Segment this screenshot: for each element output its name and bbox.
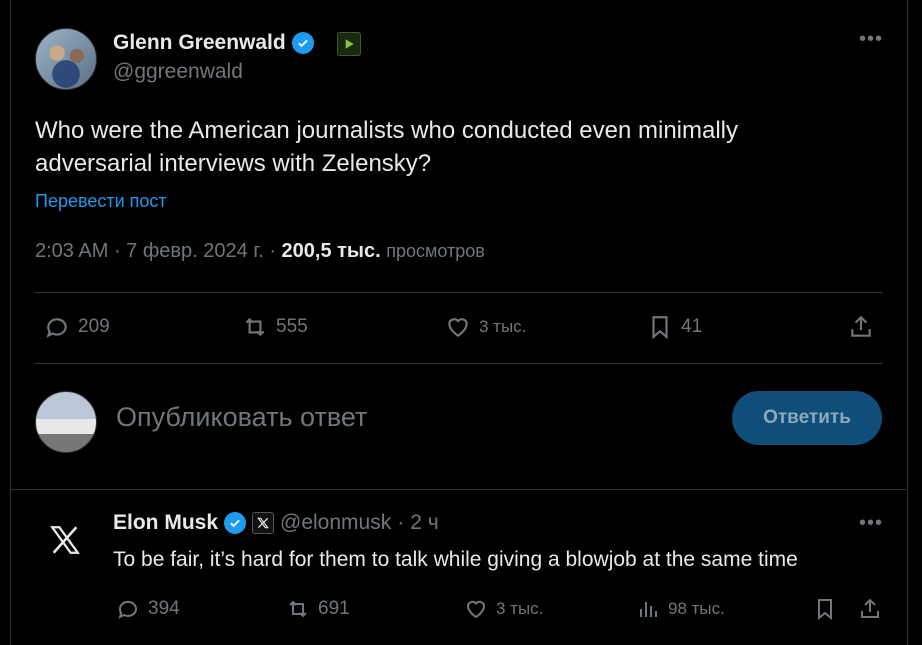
author-handle[interactable]: @ggreenwald [113, 60, 243, 84]
author-name[interactable]: Glenn Greenwald [113, 31, 286, 55]
verified-badge-icon[interactable] [224, 512, 247, 534]
share-action-button[interactable] [848, 314, 874, 340]
divider [35, 292, 883, 293]
repost-icon [289, 600, 307, 618]
reply-action-button[interactable]: 394 [116, 597, 180, 621]
reply-header: Elon Musk @elonmusk · 2 ч [113, 511, 439, 535]
user-avatar[interactable] [35, 391, 97, 453]
repost-action-button[interactable]: 555 [242, 314, 308, 340]
like-action-button[interactable]: 3 тыс. [445, 314, 526, 340]
meta-separator: · [397, 511, 405, 534]
author-name-row: Glenn Greenwald [113, 31, 314, 55]
views-label: просмотров [386, 241, 485, 261]
reply-author-avatar[interactable] [35, 510, 95, 570]
bookmark-count: 41 [681, 316, 703, 337]
reply-author-name[interactable]: Elon Musk [113, 511, 218, 535]
reply-text: To be fair, it’s hard for them to talk w… [113, 548, 798, 571]
repost-action-button[interactable]: 691 [286, 597, 350, 621]
like-count: 3 тыс. [496, 599, 544, 618]
reply-author-handle[interactable]: @elonmusk [280, 511, 391, 535]
tweet-time[interactable]: 2:03 AM [35, 240, 108, 262]
reply-age[interactable]: 2 ч [410, 511, 438, 535]
like-count: 3 тыс. [479, 317, 527, 336]
tweet-meta: 2:03 AM · 7 февр. 2024 г. · 200,5 тыс. п… [35, 240, 485, 263]
reply-action-button[interactable]: 209 [44, 314, 110, 340]
more-options-icon[interactable]: ••• [859, 28, 883, 51]
x-affiliate-badge-icon[interactable] [252, 512, 275, 534]
reply-input[interactable]: Опубликовать ответ [116, 402, 367, 433]
x-logo-icon [50, 526, 80, 554]
tweet-date[interactable]: 7 февр. 2024 г. [126, 240, 264, 262]
divider [35, 363, 883, 364]
heart-icon [466, 600, 486, 619]
like-action-button[interactable]: 3 тыс. [464, 597, 543, 621]
reply-submit-button[interactable]: Ответить [732, 391, 882, 445]
views-action-button[interactable]: 98 тыс. [636, 597, 725, 621]
translate-link[interactable]: Перевести пост [35, 191, 167, 212]
heart-icon [448, 318, 468, 337]
meta-separator: · [113, 240, 127, 262]
share-icon [861, 598, 879, 618]
bookmark-action-button[interactable] [813, 597, 837, 621]
tweet-text: Who were the American journalists who co… [35, 117, 738, 177]
views-chart-icon [640, 602, 657, 617]
reply-count: 394 [148, 598, 180, 619]
share-icon [851, 315, 871, 337]
verified-badge-icon[interactable] [291, 32, 314, 54]
author-avatar[interactable] [35, 28, 97, 90]
affiliate-badge-icon[interactable] [337, 32, 361, 56]
reply-icon [118, 600, 137, 619]
divider [10, 489, 906, 490]
reply-icon [46, 318, 67, 338]
views-count: 200,5 тыс. [281, 240, 381, 262]
repost-count: 691 [318, 598, 350, 619]
share-action-button[interactable] [858, 597, 882, 621]
bookmark-icon [818, 599, 832, 621]
bookmark-icon [652, 316, 668, 340]
more-options-icon[interactable]: ••• [859, 512, 883, 535]
repost-icon [245, 317, 265, 337]
repost-count: 555 [276, 316, 308, 337]
meta-separator: · [269, 240, 282, 262]
bookmark-action-button[interactable]: 41 [647, 314, 702, 340]
views-count: 98 тыс. [668, 599, 725, 618]
reply-count: 209 [78, 316, 110, 337]
